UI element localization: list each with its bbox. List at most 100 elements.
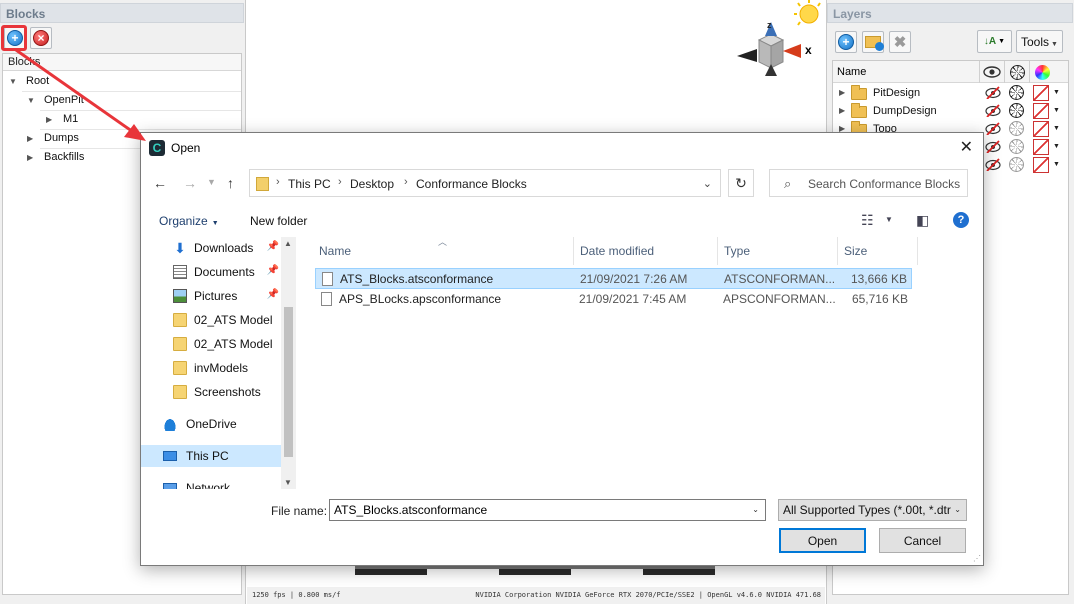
layer-row-pitdesign[interactable]: ▶ PitDesign ▼ xyxy=(833,84,1068,102)
chevron-down-icon[interactable]: ▼ xyxy=(1053,89,1060,96)
color-swatch-icon[interactable] xyxy=(1033,121,1049,137)
chevron-down-icon[interactable]: ⌄ xyxy=(752,505,759,514)
nav-item-network[interactable]: Network xyxy=(149,477,281,489)
navigation-pane[interactable]: ⬇ Downloads 📌 Documents 📌 Pictures 📌 02_… xyxy=(141,237,296,489)
up-arrow-icon[interactable]: ↑ xyxy=(227,175,234,191)
pin-icon[interactable]: 📌 xyxy=(267,241,279,252)
nav-item-onedrive[interactable]: OneDrive xyxy=(149,413,281,435)
breadcrumb-conformance-blocks[interactable]: Conformance Blocks xyxy=(416,177,527,191)
file-row[interactable]: ATS_Blocks.atsconformance 21/09/2021 7:2… xyxy=(315,268,912,289)
chevron-down-icon[interactable]: ▼ xyxy=(1053,161,1060,168)
hidden-eye-icon[interactable] xyxy=(985,104,1001,117)
search-input[interactable] xyxy=(808,175,963,193)
render-style-icon[interactable] xyxy=(1009,157,1024,172)
nav-scrollbar[interactable]: ▲ ▼ xyxy=(281,237,296,489)
file-type-select[interactable]: All Supported Types (*.00t, *.dtr ⌄ xyxy=(778,499,967,521)
render-style-icon[interactable] xyxy=(1009,103,1024,118)
column-divider[interactable] xyxy=(573,237,574,265)
expand-right-icon[interactable]: ▶ xyxy=(46,115,52,124)
expand-right-icon[interactable]: ▶ xyxy=(27,153,33,162)
breadcrumb-chevron-icon[interactable]: › xyxy=(276,176,280,188)
nav-item-downloads[interactable]: ⬇ Downloads 📌 xyxy=(163,237,281,259)
nav-item-pictures[interactable]: Pictures 📌 xyxy=(163,285,281,307)
orientation-gizmo[interactable]: z x xyxy=(727,0,825,90)
tree-node-root[interactable]: ▼ Root xyxy=(3,73,241,91)
breadcrumb-desktop[interactable]: Desktop xyxy=(350,177,394,191)
expand-right-icon[interactable]: ▶ xyxy=(839,106,845,115)
new-folder-button[interactable]: New folder xyxy=(250,214,307,228)
hidden-eye-icon[interactable] xyxy=(985,140,1001,153)
organize-menu[interactable]: Organize ▼ xyxy=(159,214,219,228)
chevron-down-icon[interactable]: ▼ xyxy=(1053,143,1060,150)
cancel-button[interactable]: Cancel xyxy=(879,528,966,553)
forward-arrow-icon[interactable]: → xyxy=(183,175,197,191)
breadcrumb-this-pc[interactable]: This PC xyxy=(288,177,331,191)
chevron-down-icon[interactable]: ⌄ xyxy=(703,177,712,190)
expand-down-icon[interactable]: ▼ xyxy=(9,77,17,86)
pin-icon[interactable]: 📌 xyxy=(267,289,279,300)
recent-locations-chevron-icon[interactable]: ▼ xyxy=(207,177,216,187)
render-style-icon[interactable] xyxy=(1009,121,1024,136)
render-style-icon[interactable] xyxy=(1009,139,1024,154)
hidden-eye-icon[interactable] xyxy=(985,122,1001,135)
nav-item-folder[interactable]: invModels xyxy=(163,357,281,379)
color-swatch-icon[interactable] xyxy=(1033,157,1049,173)
layer-row-dumpdesign[interactable]: ▶ DumpDesign ▼ xyxy=(833,102,1068,120)
search-box[interactable]: ⌕ xyxy=(769,169,968,197)
name-column-header[interactable]: Name xyxy=(319,244,351,258)
column-divider[interactable] xyxy=(717,237,718,265)
color-swatch-icon[interactable] xyxy=(1033,139,1049,155)
file-list[interactable]: ︿ Name Date modified Type Size ATS_Block… xyxy=(301,237,981,489)
column-divider[interactable] xyxy=(837,237,838,265)
scroll-thumb[interactable] xyxy=(284,307,293,457)
file-row[interactable]: APS_BLocks.apsconformance 21/09/2021 7:4… xyxy=(315,289,912,310)
nav-item-folder[interactable]: 02_ATS Model xyxy=(163,333,281,355)
color-swatch-icon[interactable] xyxy=(1033,103,1049,119)
nav-item-folder[interactable]: Screenshots xyxy=(163,381,281,403)
add-folder-button[interactable] xyxy=(862,31,884,53)
preview-pane-icon[interactable]: ◧ xyxy=(916,212,929,229)
address-bar[interactable]: › This PC › Desktop › Conformance Blocks… xyxy=(249,169,721,197)
type-column-header[interactable]: Type xyxy=(724,244,750,258)
date-column-header[interactable]: Date modified xyxy=(580,244,654,258)
dialog-titlebar[interactable]: C Open ✕ xyxy=(141,133,983,163)
add-layer-button[interactable]: + xyxy=(835,31,857,53)
name-column-header[interactable]: Name xyxy=(837,66,866,78)
breadcrumb-chevron-icon[interactable]: › xyxy=(404,176,408,188)
tools-menu-button[interactable]: Tools ▼ xyxy=(1016,30,1063,53)
refresh-button[interactable]: ↻ xyxy=(728,169,754,197)
view-options-icon[interactable]: ☷ xyxy=(861,212,874,229)
hidden-eye-icon[interactable] xyxy=(985,86,1001,99)
chevron-down-icon[interactable]: ▼ xyxy=(1053,125,1060,132)
hidden-eye-icon[interactable] xyxy=(985,158,1001,171)
open-button[interactable]: Open xyxy=(779,528,866,553)
size-column-header[interactable]: Size xyxy=(844,244,867,258)
resize-grip-icon[interactable]: ⋰ xyxy=(973,554,981,563)
nav-item-folder[interactable]: 02_ATS Model xyxy=(163,309,281,331)
pin-icon[interactable]: 📌 xyxy=(267,265,279,276)
file-name-input[interactable] xyxy=(334,502,734,518)
nav-item-label: invModels xyxy=(194,361,249,375)
expand-right-icon[interactable]: ▶ xyxy=(839,88,845,97)
tree-node-openpit[interactable]: ▼ OpenPit xyxy=(3,92,241,110)
close-icon[interactable]: ✕ xyxy=(960,137,973,157)
render-style-icon[interactable] xyxy=(1009,85,1024,100)
back-arrow-icon[interactable]: ← xyxy=(153,175,167,191)
scroll-down-icon[interactable]: ▼ xyxy=(284,478,292,487)
scroll-up-icon[interactable]: ▲ xyxy=(284,239,292,248)
delete-layer-button[interactable]: ✖ xyxy=(889,31,911,53)
remove-block-button[interactable]: × xyxy=(30,27,52,49)
chevron-down-icon[interactable]: ▼ xyxy=(885,215,893,224)
nav-item-this-pc[interactable]: This PC xyxy=(141,445,281,467)
tree-node-m1[interactable]: ▶ M1 xyxy=(3,111,241,129)
chevron-down-icon[interactable]: ▼ xyxy=(1053,107,1060,114)
file-name-combobox[interactable]: ⌄ xyxy=(329,499,766,521)
nav-item-documents[interactable]: Documents 📌 xyxy=(163,261,281,283)
sort-button[interactable]: ↓A ▼ xyxy=(977,30,1012,53)
color-swatch-icon[interactable] xyxy=(1033,85,1049,101)
expand-right-icon[interactable]: ▶ xyxy=(27,134,33,143)
column-divider[interactable] xyxy=(917,237,918,265)
expand-down-icon[interactable]: ▼ xyxy=(27,96,35,105)
help-icon[interactable]: ? xyxy=(953,212,969,228)
breadcrumb-chevron-icon[interactable]: › xyxy=(338,176,342,188)
